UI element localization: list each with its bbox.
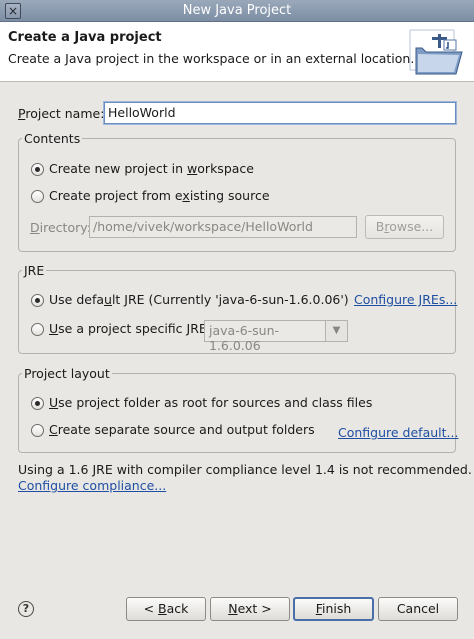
project-name-label: Project name: bbox=[18, 106, 105, 121]
finish-button[interactable]: Finish bbox=[293, 597, 374, 621]
cancel-button[interactable]: Cancel bbox=[378, 597, 458, 621]
separate-source-output-label[interactable]: Create separate source and output folder… bbox=[49, 422, 315, 437]
chevron-down-icon[interactable]: ▼ bbox=[326, 320, 348, 342]
radio-project-from-existing-source[interactable] bbox=[31, 190, 44, 203]
configure-compliance-link[interactable]: Configure compliance... bbox=[18, 478, 166, 493]
configure-default-link[interactable]: Configure default... bbox=[338, 425, 458, 440]
radio-selected-dot bbox=[35, 167, 40, 172]
browse-button[interactable]: Browse... bbox=[365, 215, 444, 239]
project-specific-jre-label[interactable]: Use a project specific JRE: bbox=[49, 321, 211, 336]
wizard-title: Create a Java project bbox=[8, 30, 162, 45]
project-folder-as-root-label[interactable]: Use project folder as root for sources a… bbox=[49, 395, 372, 410]
next-button[interactable]: Next > bbox=[210, 597, 290, 621]
window-titlebar: × New Java Project bbox=[0, 0, 474, 22]
back-button[interactable]: < Back bbox=[126, 597, 206, 621]
radio-selected-dot bbox=[35, 298, 40, 303]
project-layout-group-label: Project layout bbox=[22, 366, 112, 381]
radio-selected-dot bbox=[35, 401, 40, 406]
directory-label: Directory: bbox=[30, 220, 91, 235]
radio-project-folder-as-root[interactable] bbox=[31, 397, 44, 410]
project-name-input[interactable]: HelloWorld bbox=[104, 102, 456, 124]
use-default-jre-label[interactable]: Use default JRE (Currently 'java-6-sun-1… bbox=[49, 292, 349, 307]
radio-project-specific-jre[interactable] bbox=[31, 323, 44, 336]
radio-use-default-jre[interactable] bbox=[31, 294, 44, 307]
wizard-header: Create a Java project Create a Java proj… bbox=[0, 22, 474, 82]
configure-jres-link[interactable]: Configure JREs... bbox=[354, 292, 457, 307]
contents-group-label: Contents bbox=[22, 131, 83, 146]
radio-separate-source-output[interactable] bbox=[31, 424, 44, 437]
specific-jre-select[interactable]: java-6-sun-1.6.0.06 bbox=[204, 320, 326, 353]
jre-group-label: JRE bbox=[22, 263, 47, 278]
project-from-existing-source-label[interactable]: Create project from existing source bbox=[49, 188, 270, 203]
radio-new-project-in-workspace[interactable] bbox=[31, 163, 44, 176]
new-java-project-wizard-icon bbox=[409, 29, 463, 75]
wizard-description: Create a Java project in the workspace o… bbox=[8, 51, 415, 66]
new-project-in-workspace-label[interactable]: Create new project in workspace bbox=[49, 161, 254, 176]
compliance-warning-text: Using a 1.6 JRE with compiler compliance… bbox=[18, 462, 472, 477]
window-title: New Java Project bbox=[182, 3, 292, 18]
project-layout-group bbox=[18, 373, 456, 453]
help-icon[interactable]: ? bbox=[18, 601, 34, 617]
directory-input[interactable]: /home/vivek/workspace/HelloWorld bbox=[89, 216, 357, 238]
